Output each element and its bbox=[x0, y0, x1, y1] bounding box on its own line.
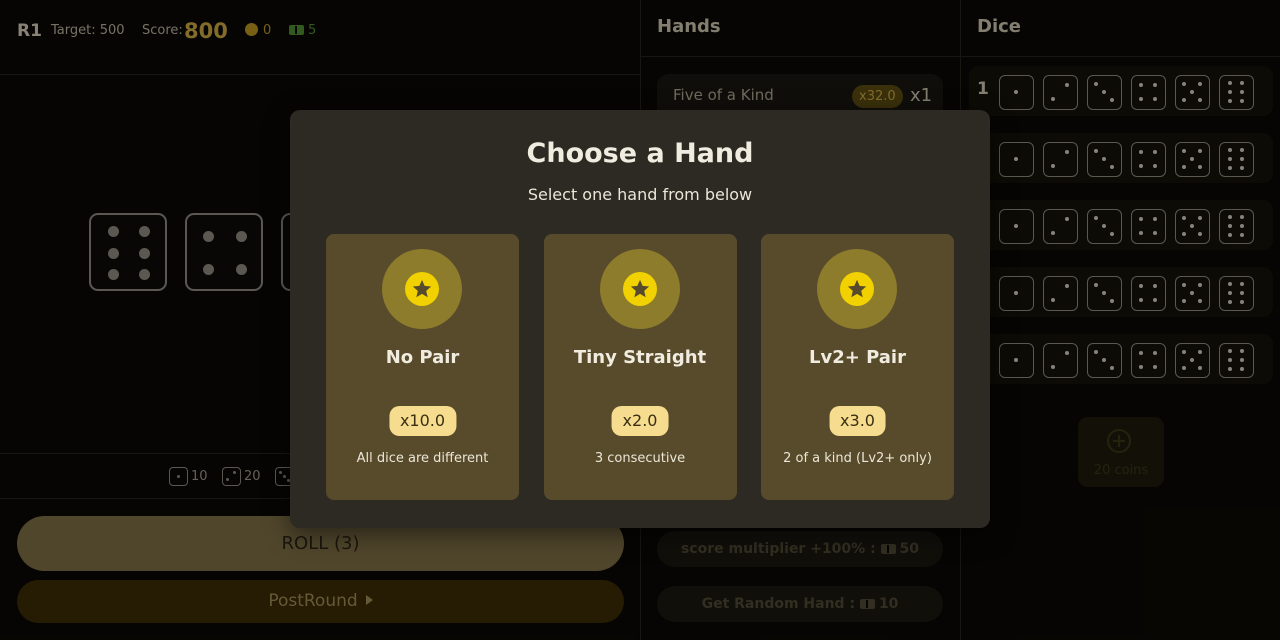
hand-option-name: No Pair bbox=[385, 347, 460, 368]
hand-option-multiplier: x3.0 bbox=[829, 406, 886, 436]
dialog-subtitle: Select one hand from below bbox=[527, 185, 753, 204]
hand-icon-circle bbox=[599, 249, 680, 329]
star-icon bbox=[622, 272, 657, 306]
hand-option-multiplier: x10.0 bbox=[388, 406, 457, 436]
hand-option-description: 3 consecutive bbox=[594, 451, 686, 466]
hand-option-name: Tiny Straight bbox=[573, 347, 707, 368]
hand-option-description: 2 of a kind (Lv2+ only) bbox=[783, 451, 932, 466]
star-icon bbox=[405, 272, 439, 306]
hand-option-name: Lv2+ Pair bbox=[809, 347, 906, 368]
star-icon bbox=[840, 272, 874, 306]
hand-icon-circle bbox=[382, 249, 462, 329]
hand-icon-circle bbox=[817, 249, 897, 329]
hand-option-card[interactable]: Lv2+ Pair x3.0 2 of a kind (Lv2+ only) bbox=[761, 234, 954, 500]
dialog-title: Choose a Hand bbox=[526, 138, 754, 169]
hand-option-card[interactable]: Tiny Straight x2.0 3 consecutive bbox=[543, 234, 737, 500]
hand-option-description: All dice are different bbox=[356, 451, 489, 466]
hand-option-multiplier: x2.0 bbox=[611, 406, 669, 436]
choose-hand-dialog: Choose a Hand Select one hand from below… bbox=[290, 110, 990, 528]
hand-option-card[interactable]: No Pair x10.0 All dice are different bbox=[326, 234, 519, 500]
